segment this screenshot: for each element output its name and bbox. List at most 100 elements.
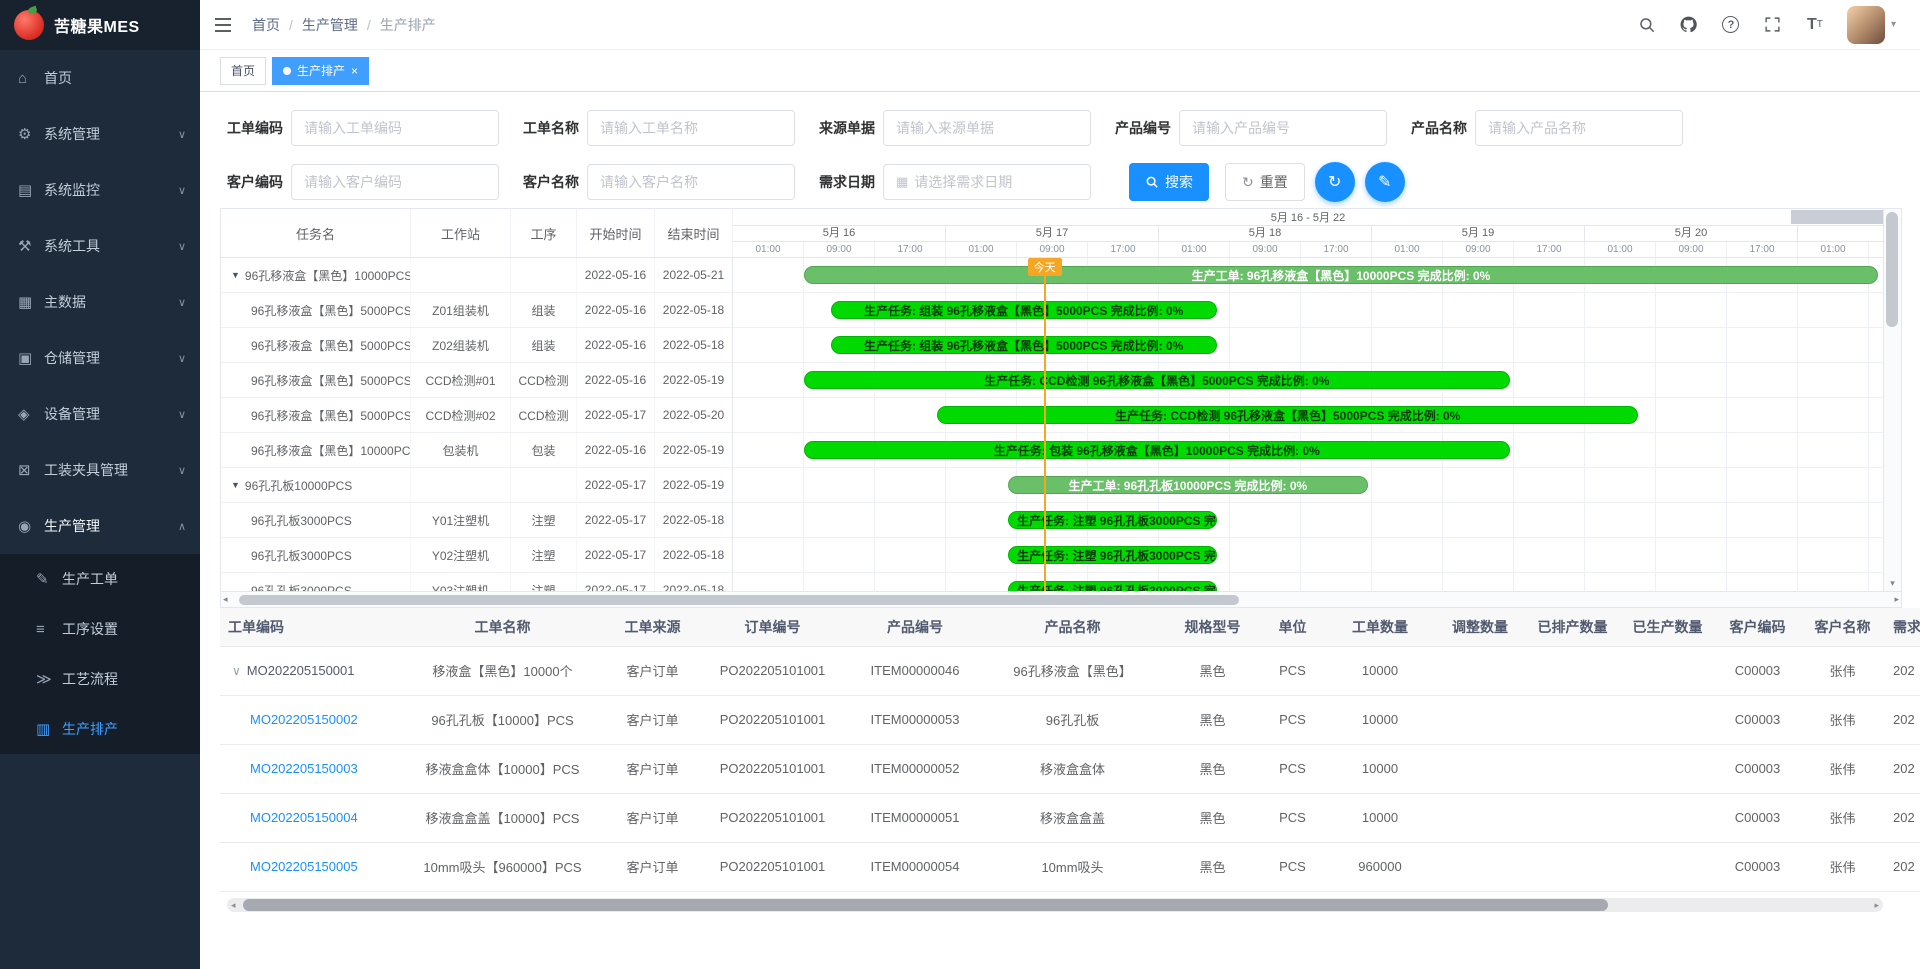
app-logo[interactable]: 苦糖果MES xyxy=(0,0,200,50)
gantt-task-name: 96孔移液盒【黑色】5000PCS xyxy=(221,293,411,327)
github-icon[interactable] xyxy=(1679,15,1699,35)
gantt-bar[interactable]: 生产任务: CCD检测 96孔移液盒【黑色】5000PCS 完成比例: 0% xyxy=(937,406,1638,424)
text-input[interactable]: 请输入产品名称 xyxy=(1475,110,1683,146)
search-button[interactable]: 搜索 xyxy=(1129,163,1209,201)
gantt-cell: 注塑 xyxy=(511,503,577,537)
gantt-bar[interactable]: 生产任务: 注塑 96孔孔板3000PCS 完成比例: 0% xyxy=(1008,581,1217,591)
sidebar-subitem[interactable]: ≫工艺流程 xyxy=(0,654,200,704)
reset-button[interactable]: ↻ 重置 xyxy=(1225,163,1305,201)
expand-chevron-icon[interactable]: ∨ xyxy=(232,664,241,678)
caret-down-icon[interactable]: ▼ xyxy=(231,480,240,490)
sidebar-item-label: 设备管理 xyxy=(44,404,178,424)
table-column-header: 已生产数量 xyxy=(1620,608,1715,646)
gantt-bar[interactable]: 生产工单: 96孔孔板10000PCS 完成比例: 0% xyxy=(1008,476,1367,494)
gantt-task-row[interactable]: 96孔孔板3000PCSY03注塑机注塑2022-05-172022-05-18 xyxy=(221,573,732,591)
scroll-down-icon[interactable]: ▾ xyxy=(1884,578,1901,589)
table-cell: PCS xyxy=(1260,842,1325,891)
workorder-code-link[interactable]: MO202205150004 xyxy=(250,810,358,825)
sidebar-subitem[interactable]: ▥生产排产 xyxy=(0,704,200,754)
text-input[interactable]: 请输入工单编码 xyxy=(291,110,499,146)
sidebar-item[interactable]: ⚒系统工具∨ xyxy=(0,218,200,274)
filter-label: 来源单据 xyxy=(819,118,883,138)
timeline-hour-label: 09:00 xyxy=(1017,242,1088,257)
caret-down-icon[interactable]: ▼ xyxy=(231,270,240,280)
sidebar-item[interactable]: ⌂首页 xyxy=(0,50,200,106)
horizontal-scroll-thumb[interactable] xyxy=(239,595,1239,605)
menu-fold-icon[interactable] xyxy=(200,0,246,49)
gantt-bar[interactable]: 生产任务: 组装 96孔移液盒【黑色】5000PCS 完成比例: 0% xyxy=(831,301,1217,319)
breadcrumb-item[interactable]: 首页 xyxy=(252,15,280,35)
vertical-scroll-thumb[interactable] xyxy=(1886,212,1898,327)
sidebar-item[interactable]: ⊠工装夹具管理∨ xyxy=(0,442,200,498)
help-icon[interactable]: ? xyxy=(1721,15,1741,35)
workorder-code[interactable]: MO202205150001 xyxy=(247,663,355,678)
gantt-task-row[interactable]: 96孔孔板3000PCSY01注塑机注塑2022-05-172022-05-18 xyxy=(221,503,732,538)
timeline-days-row: 5月 165月 175月 185月 195月 20 xyxy=(733,226,1883,242)
gantt-task-row[interactable]: ▼96孔孔板10000PCS2022-05-172022-05-19 xyxy=(221,468,732,503)
fullscreen-icon[interactable] xyxy=(1763,15,1783,35)
text-input[interactable]: 请输入来源单据 xyxy=(883,110,1091,146)
timeline-hour-label: 01:00 xyxy=(1159,242,1230,257)
sidebar-item[interactable]: ◈设备管理∨ xyxy=(0,386,200,442)
font-size-icon[interactable]: TT xyxy=(1805,15,1825,35)
timeline-hour-label: 01:00 xyxy=(1372,242,1443,257)
gantt-bar[interactable]: 生产任务: 包装 96孔移液盒【黑色】10000PCS 完成比例: 0% xyxy=(804,441,1510,459)
gantt-task-row[interactable]: 96孔移液盒【黑色】5000PCSCCD检测#01CCD检测2022-05-16… xyxy=(221,363,732,398)
sidebar-item[interactable]: ◉生产管理∧ xyxy=(0,498,200,554)
gantt-task-row[interactable]: 96孔移液盒【黑色】10000PCS包装机包装2022-05-162022-05… xyxy=(221,433,732,468)
scroll-left-icon[interactable]: ◂ xyxy=(223,594,228,605)
date-input[interactable]: ▦请选择需求日期 xyxy=(883,164,1091,200)
filter-fields-2: 客户编码请输入客户编码客户名称请输入客户名称需求日期▦请选择需求日期 xyxy=(227,164,1115,200)
tab-item[interactable]: 首页 xyxy=(220,57,266,85)
search-icon[interactable] xyxy=(1637,15,1657,35)
table-cell: 客户订单 xyxy=(610,695,695,744)
scroll-right-icon[interactable]: ▸ xyxy=(1894,594,1899,605)
gantt-task-row[interactable]: ▼96孔移液盒【黑色】10000PCS2022-05-162022-05-21 xyxy=(221,258,732,293)
gantt-bar[interactable]: 生产工单: 96孔移液盒【黑色】10000PCS 完成比例: 0% xyxy=(804,266,1878,284)
gantt-task-row[interactable]: 96孔孔板3000PCSY02注塑机注塑2022-05-172022-05-18 xyxy=(221,538,732,573)
text-input[interactable]: 请输入客户名称 xyxy=(587,164,795,200)
refresh-circle-button[interactable]: ↻ xyxy=(1315,162,1355,202)
user-menu[interactable]: ▾ xyxy=(1847,6,1896,44)
tab-active[interactable]: 生产排产× xyxy=(272,57,369,85)
text-input[interactable]: 请输入工单名称 xyxy=(587,110,795,146)
gantt-vertical-scrollbar[interactable]: ▾ xyxy=(1883,209,1901,591)
text-input[interactable]: 请输入客户编码 xyxy=(291,164,499,200)
workorder-code-link[interactable]: MO202205150003 xyxy=(250,761,358,776)
text-input[interactable]: 请输入产品编号 xyxy=(1179,110,1387,146)
sidebar-subitem[interactable]: ≡工序设置 xyxy=(0,604,200,654)
sidebar-item[interactable]: ▤系统监控∨ xyxy=(0,162,200,218)
table-cell xyxy=(1620,695,1715,744)
table-row[interactable]: MO20220515000510mm吸头【960000】PCS客户订单PO202… xyxy=(220,842,1920,891)
font-small-icon: T xyxy=(1817,19,1823,30)
gantt-bar[interactable]: 生产任务: 注塑 96孔孔板3000PCS 完成比例: 0% xyxy=(1008,546,1217,564)
close-icon[interactable]: × xyxy=(351,64,358,78)
sidebar: 苦糖果MES ⌂首页⚙系统管理∨▤系统监控∨⚒系统工具∨▦主数据∨▣仓储管理∨◈… xyxy=(0,0,200,969)
sidebar-item[interactable]: ⚙系统管理∨ xyxy=(0,106,200,162)
gantt-bar[interactable]: 生产任务: 组装 96孔移液盒【黑色】5000PCS 完成比例: 0% xyxy=(831,336,1217,354)
gantt-task-row[interactable]: 96孔移液盒【黑色】5000PCSZ01组装机组装2022-05-162022-… xyxy=(221,293,732,328)
gantt-column-header: 结束时间 xyxy=(655,209,733,257)
scroll-left-icon[interactable]: ◂ xyxy=(231,900,236,911)
gantt-task-row[interactable]: 96孔移液盒【黑色】5000PCSZ02组装机组装2022-05-162022-… xyxy=(221,328,732,363)
sidebar-item[interactable]: ▣仓储管理∨ xyxy=(0,330,200,386)
scroll-right-icon[interactable]: ▸ xyxy=(1874,900,1879,911)
sidebar-item[interactable]: ▦主数据∨ xyxy=(0,274,200,330)
sidebar-subitem[interactable]: ✎生产工单 xyxy=(0,554,200,604)
gantt-cell: 2022-05-19 xyxy=(655,363,732,397)
table-horizontal-scrollbar[interactable]: ◂ ▸ xyxy=(227,898,1883,912)
table-row[interactable]: MO20220515000296孔孔板【10000】PCS客户订单PO20220… xyxy=(220,695,1920,744)
gantt-horizontal-scrollbar[interactable]: ◂ ▸ xyxy=(221,591,1901,607)
gantt-task-row[interactable]: 96孔移液盒【黑色】5000PCSCCD检测#02CCD检测2022-05-17… xyxy=(221,398,732,433)
table-row[interactable]: MO202205150003移液盒盒体【10000】PCS客户订单PO20220… xyxy=(220,744,1920,793)
table-row[interactable]: MO202205150004移液盒盒盖【10000】PCS客户订单PO20220… xyxy=(220,793,1920,842)
table-scroll-thumb[interactable] xyxy=(243,899,1608,911)
workorder-code-link[interactable]: MO202205150002 xyxy=(250,712,358,727)
edit-circle-button[interactable]: ✎ xyxy=(1365,162,1405,202)
breadcrumb-item[interactable]: 生产管理 xyxy=(302,15,358,35)
workorder-code-link[interactable]: MO202205150005 xyxy=(250,859,358,874)
gantt-bar[interactable]: 生产任务: CCD检测 96孔移液盒【黑色】5000PCS 完成比例: 0% xyxy=(804,371,1510,389)
table-row[interactable]: ∨MO202205150001移液盒【黑色】10000个客户订单PO202205… xyxy=(220,646,1920,695)
gantt-bar[interactable]: 生产任务: 注塑 96孔孔板3000PCS 完成比例: 0% xyxy=(1008,511,1217,529)
table-cell: 移液盒【黑色】10000个 xyxy=(395,646,610,695)
